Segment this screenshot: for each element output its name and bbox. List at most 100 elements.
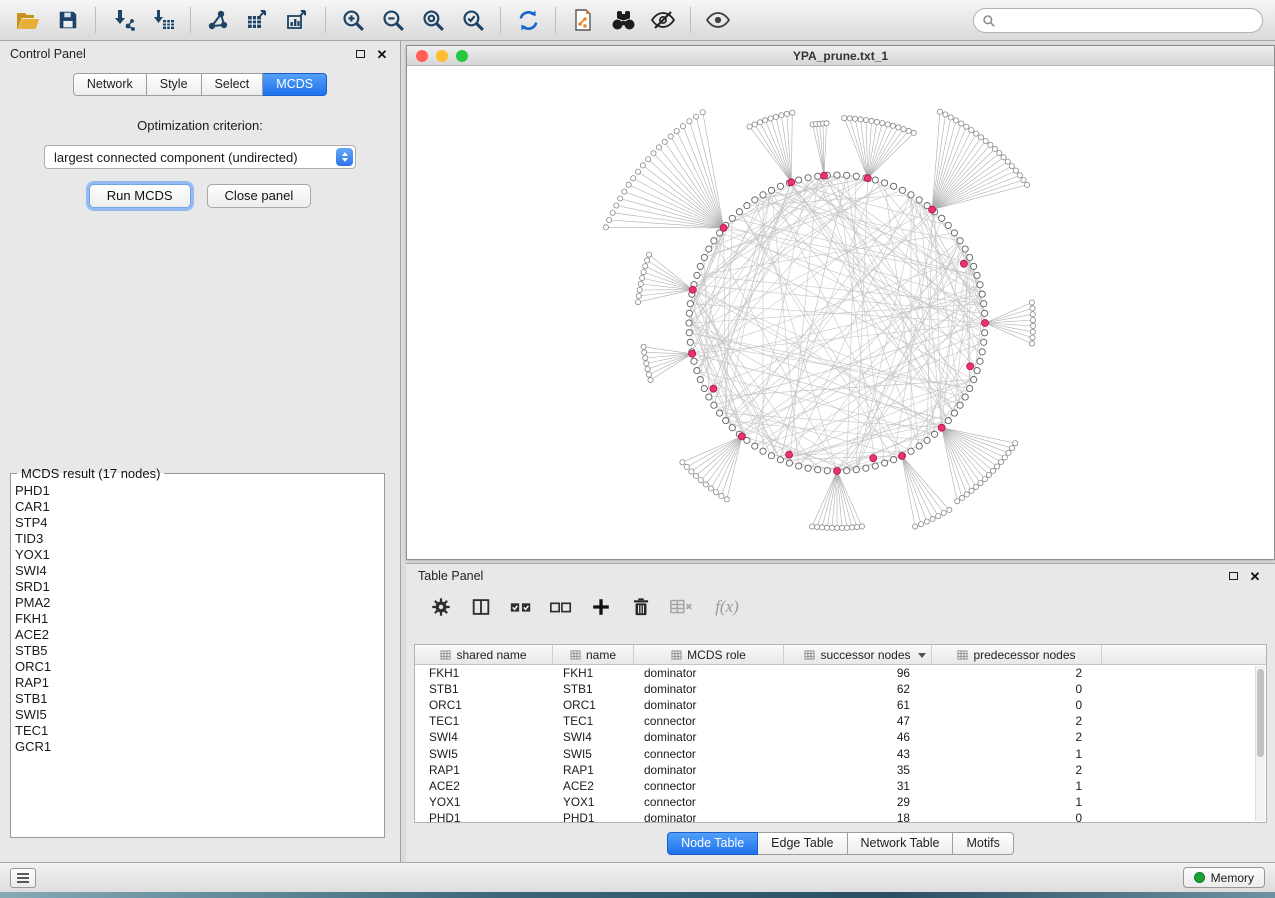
table-cell[interactable]: 43 — [784, 747, 932, 761]
table-cell[interactable]: FKH1 — [553, 666, 634, 680]
column-header-successor-nodes[interactable]: successor nodes — [784, 645, 932, 664]
add-column-button[interactable] — [586, 592, 616, 622]
column-header-mcds-role[interactable]: MCDS role — [634, 645, 784, 664]
table-cell[interactable]: TEC1 — [415, 714, 553, 728]
table-cell[interactable]: FKH1 — [415, 666, 553, 680]
table-row[interactable]: SWI5SWI5connector431 — [415, 745, 1266, 761]
table-cell[interactable]: 0 — [932, 698, 1102, 712]
close-table-panel-icon[interactable]: ✕ — [1247, 568, 1263, 584]
table-settings-button[interactable] — [426, 592, 456, 622]
table-cell[interactable]: SWI5 — [415, 747, 553, 761]
mcds-result-item[interactable]: ORC1 — [15, 659, 380, 675]
table-scrollbar[interactable] — [1255, 666, 1265, 821]
mcds-result-item[interactable]: PMA2 — [15, 595, 380, 611]
table-cell[interactable]: STB1 — [553, 682, 634, 696]
export-network-button[interactable] — [198, 3, 238, 37]
table-cell[interactable]: RAP1 — [553, 763, 634, 777]
float-table-panel-icon[interactable] — [1225, 568, 1241, 584]
table-cell[interactable]: connector — [634, 747, 784, 761]
function-builder-button[interactable]: f(x) — [706, 592, 748, 622]
table-cell[interactable]: SWI4 — [553, 730, 634, 744]
table-cell[interactable]: connector — [634, 795, 784, 809]
tab-motifs[interactable]: Motifs — [953, 832, 1013, 855]
save-session-button[interactable] — [48, 3, 88, 37]
mcds-result-item[interactable]: TID3 — [15, 531, 380, 547]
table-cell[interactable]: PHD1 — [553, 811, 634, 823]
tab-select[interactable]: Select — [202, 73, 264, 96]
import-network-button[interactable] — [103, 3, 143, 37]
table-row[interactable]: YOX1YOX1connector291 — [415, 794, 1266, 810]
tab-style[interactable]: Style — [147, 73, 202, 96]
table-row[interactable]: STB1STB1dominator620 — [415, 681, 1266, 697]
select-all-button[interactable] — [506, 592, 536, 622]
table-cell[interactable]: dominator — [634, 698, 784, 712]
table-cell[interactable]: dominator — [634, 763, 784, 777]
table-scrollbar-thumb[interactable] — [1257, 669, 1264, 757]
table-cell[interactable]: 61 — [784, 698, 932, 712]
zoom-selected-button[interactable] — [453, 3, 493, 37]
mcds-result-item[interactable]: STP4 — [15, 515, 380, 531]
mcds-result-item[interactable]: STB1 — [15, 691, 380, 707]
tab-node-table[interactable]: Node Table — [667, 832, 758, 855]
deselect-all-button[interactable] — [546, 592, 576, 622]
table-cell[interactable]: connector — [634, 714, 784, 728]
delete-table-button[interactable] — [666, 592, 696, 622]
mcds-result-item[interactable]: SWI5 — [15, 707, 380, 723]
search-box[interactable] — [973, 8, 1263, 33]
mcds-result-item[interactable]: RAP1 — [15, 675, 380, 691]
table-cell[interactable]: ACE2 — [553, 779, 634, 793]
mcds-result-item[interactable]: SWI4 — [15, 563, 380, 579]
table-cell[interactable]: 0 — [932, 811, 1102, 823]
mcds-result-item[interactable]: STB5 — [15, 643, 380, 659]
table-cell[interactable]: PHD1 — [415, 811, 553, 823]
column-header-predecessor-nodes[interactable]: predecessor nodes — [932, 645, 1102, 664]
mcds-result-list[interactable]: PHD1CAR1STP4TID3YOX1SWI4SRD1PMA2FKH1ACE2… — [11, 481, 384, 811]
table-cell[interactable]: 31 — [784, 779, 932, 793]
share-document-button[interactable] — [563, 3, 603, 37]
table-cell[interactable]: 2 — [932, 730, 1102, 744]
table-cell[interactable]: RAP1 — [415, 763, 553, 777]
table-cell[interactable]: YOX1 — [415, 795, 553, 809]
table-cell[interactable]: 1 — [932, 779, 1102, 793]
tab-network[interactable]: Network — [73, 73, 147, 96]
search-network-button[interactable] — [603, 3, 643, 37]
table-cell[interactable]: connector — [634, 779, 784, 793]
sort-dropdown-icon[interactable] — [915, 649, 928, 661]
mcds-result-item[interactable]: SRD1 — [15, 579, 380, 595]
table-cell[interactable]: dominator — [634, 682, 784, 696]
show-columns-button[interactable] — [466, 592, 496, 622]
table-cell[interactable]: YOX1 — [553, 795, 634, 809]
refresh-button[interactable] — [508, 3, 548, 37]
column-header-name[interactable]: name — [553, 645, 634, 664]
table-cell[interactable]: 46 — [784, 730, 932, 744]
task-history-button[interactable] — [10, 868, 36, 888]
open-file-button[interactable] — [8, 3, 48, 37]
tab-network-table[interactable]: Network Table — [848, 832, 954, 855]
mcds-result-item[interactable]: GCR1 — [15, 739, 380, 755]
network-canvas[interactable] — [407, 66, 1274, 559]
table-cell[interactable]: SWI5 — [553, 747, 634, 761]
mcds-result-item[interactable]: TEC1 — [15, 723, 380, 739]
network-window-titlebar[interactable]: YPA_prune.txt_1 — [407, 46, 1274, 66]
memory-button[interactable]: Memory — [1183, 867, 1265, 888]
show-panel-button[interactable] — [698, 3, 738, 37]
close-panel-icon[interactable]: ✕ — [374, 46, 390, 62]
zoom-out-button[interactable] — [373, 3, 413, 37]
zoom-fit-button[interactable] — [413, 3, 453, 37]
table-cell[interactable]: dominator — [634, 811, 784, 823]
hide-panels-button[interactable] — [643, 3, 683, 37]
table-cell[interactable]: ACE2 — [415, 779, 553, 793]
table-row[interactable]: PHD1PHD1dominator180 — [415, 810, 1266, 823]
table-cell[interactable]: 1 — [932, 747, 1102, 761]
search-input[interactable] — [1001, 14, 1254, 28]
table-cell[interactable]: 29 — [784, 795, 932, 809]
import-table-button[interactable] — [143, 3, 183, 37]
export-image-button[interactable] — [278, 3, 318, 37]
table-cell[interactable]: STB1 — [415, 682, 553, 696]
zoom-in-button[interactable] — [333, 3, 373, 37]
table-cell[interactable]: dominator — [634, 730, 784, 744]
mcds-result-item[interactable]: FKH1 — [15, 611, 380, 627]
table-row[interactable]: FKH1FKH1dominator962 — [415, 665, 1266, 681]
table-cell[interactable]: 0 — [932, 682, 1102, 696]
table-row[interactable]: RAP1RAP1dominator352 — [415, 762, 1266, 778]
